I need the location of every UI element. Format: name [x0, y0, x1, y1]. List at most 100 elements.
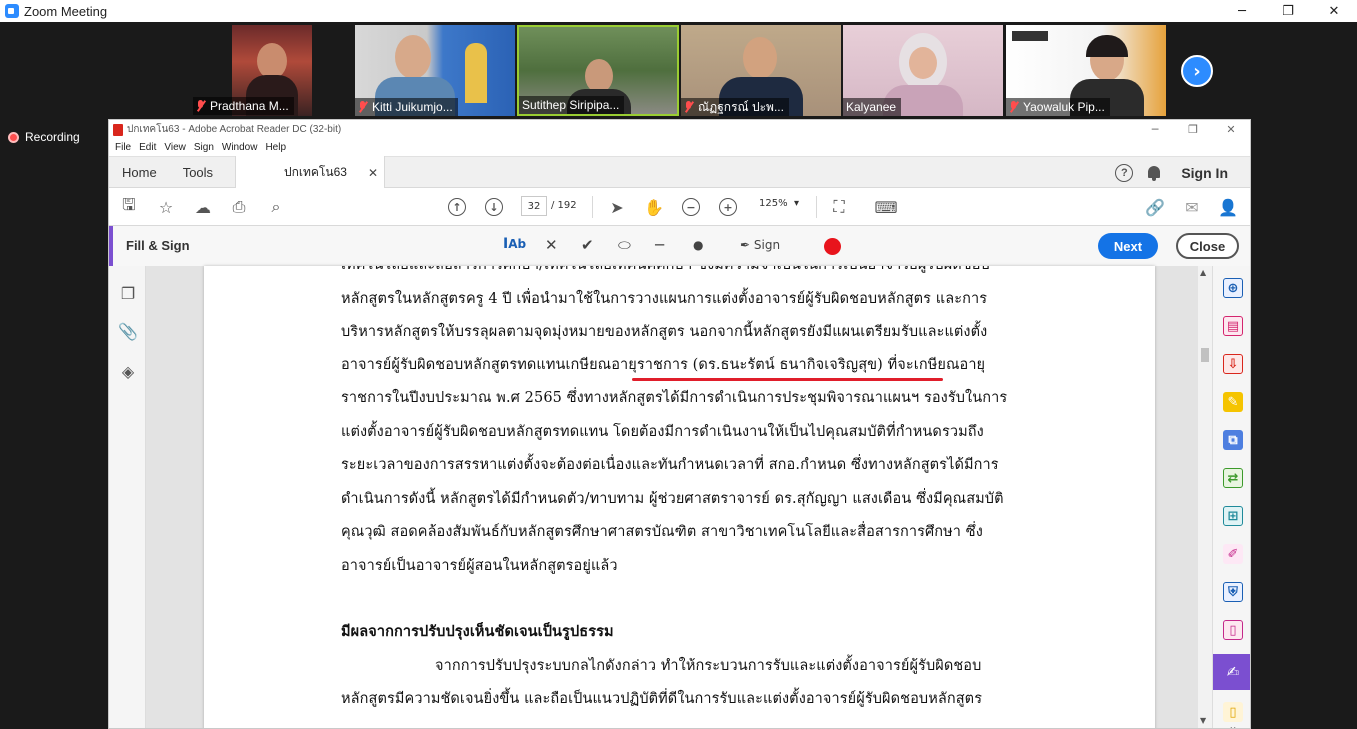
cloud-upload-icon[interactable]: ☁ — [193, 197, 213, 217]
organize-pages-icon[interactable]: ▤ — [1223, 316, 1243, 336]
chevron-right-icon: › — [1193, 60, 1201, 82]
scroll-down-icon[interactable]: ▼ — [1200, 716, 1206, 725]
combine-files-icon[interactable]: ⧉ — [1223, 430, 1243, 450]
export-pdf-icon[interactable]: ⇩ — [1223, 354, 1243, 374]
tab-tools[interactable]: Tools — [170, 165, 226, 180]
hand-tool-icon[interactable]: ✋ — [644, 197, 664, 217]
toolbar-separator — [816, 196, 817, 218]
document-line: จากการปรับปรุงระบบกลไกดังกล่าว ทำให้กระบ… — [435, 658, 982, 674]
participant-name-label: Kitti Juikumjo... — [355, 98, 458, 116]
document-line: คุณวุฒิ สอดคล้องสัมพันธ์กับหลักสูตรศึกษา… — [341, 524, 983, 540]
background-logo — [1012, 31, 1048, 41]
scroll-up-icon[interactable]: ▲ — [1200, 268, 1206, 277]
select-cursor-icon[interactable]: ➤ — [607, 197, 627, 217]
save-icon[interactable]: 🖫 — [119, 195, 139, 217]
zoom-level-select[interactable]: 125% ▾ — [759, 198, 799, 209]
protect-shield-icon[interactable]: ⛨ — [1223, 582, 1243, 602]
star-icon[interactable]: ☆ — [156, 197, 176, 217]
menu-help[interactable]: Help — [265, 142, 286, 153]
zoom-in-icon[interactable]: + — [719, 198, 737, 216]
dot-icon[interactable]: ● — [693, 238, 703, 252]
comment-icon[interactable]: ✎ — [1223, 392, 1243, 412]
add-user-icon[interactable]: 👤 — [1218, 197, 1238, 217]
menu-window[interactable]: Window — [222, 142, 258, 153]
document-line: หลักสูตรมีความชัดเจนยิ่งขึ้น และถือเป็นแ… — [341, 691, 983, 707]
acrobat-window-controls: ─ ❐ ✕ — [1136, 120, 1250, 139]
document-line: อาจารย์ผู้รับผิดชอบหลักสูตรทดแทนเกษียณอา… — [341, 357, 986, 373]
participant-face — [909, 47, 937, 79]
next-page-icon[interactable]: ↓ — [485, 198, 503, 216]
link-icon[interactable]: 🔗 — [1145, 197, 1165, 217]
muted-mic-icon — [196, 100, 206, 112]
help-icon[interactable]: ? — [1115, 164, 1134, 182]
email-icon[interactable]: ✉ — [1182, 197, 1202, 217]
document-line: เทคโนโลยีและสื่อสารการศึกษา/เทคโนโลยีเทค… — [341, 266, 990, 275]
participant-tile[interactable]: Yaowaluk Pip... — [1006, 25, 1166, 116]
participant-tile[interactable]: ณัฏฐกรณ์ ปะพ... — [681, 25, 841, 116]
color-picker-swatch[interactable] — [824, 238, 841, 255]
keyboard-icon[interactable]: ⌨ — [874, 197, 897, 217]
acrobat-window-title: ปกเทคโน63 - Adobe Acrobat Reader DC (32-… — [127, 124, 342, 135]
menu-edit[interactable]: Edit — [139, 142, 156, 153]
sign-tool[interactable]: ✒ Sign — [740, 238, 780, 252]
print-icon[interactable]: ⎙ — [229, 197, 249, 217]
main-toolbar: 🖫 ☆ ☁ ⎙ ⌕ ↑ ↓ 32 / 192 ➤ ✋ − + 125% ▾ ⛶ … — [109, 188, 1250, 226]
bell-icon[interactable] — [1147, 165, 1161, 181]
close-icon[interactable]: ✕ — [1311, 0, 1357, 22]
page-thumbnails-icon[interactable]: ❐ — [119, 284, 137, 303]
document-line: อาจารย์เป็นอาจารย์ผู้สอนในหลักสูตรอยู่แล… — [341, 558, 618, 574]
maximize-icon[interactable]: ❐ — [1265, 0, 1311, 22]
participant-name-label: Kalyanee — [843, 98, 902, 116]
participant-hair — [1086, 35, 1128, 57]
participant-name-label: Yaowaluk Pip... — [1006, 98, 1110, 116]
fill-sign-tool-icon[interactable]: ✍ — [1213, 654, 1250, 690]
document-line: ระยะเวลาของการสรรหาแต่งตั้งจะต้องต่อเนื่… — [341, 457, 999, 473]
participant-tile-active-speaker[interactable]: Sutithep Siripipa... — [517, 25, 679, 116]
previous-page-icon[interactable]: ↑ — [448, 198, 466, 216]
muted-mic-icon — [1009, 101, 1019, 113]
edit-pdf-icon[interactable]: ✐ — [1223, 544, 1243, 564]
page-number-input[interactable]: 32 — [521, 196, 547, 216]
participant-tile[interactable]: Kalyanee — [843, 25, 1003, 116]
ellipse-icon[interactable]: ⬭ — [618, 236, 631, 254]
check-mark-icon[interactable]: ✔ — [581, 236, 594, 254]
close-tab-icon[interactable]: ✕ — [368, 166, 378, 180]
minimize-icon[interactable]: ─ — [1136, 120, 1174, 139]
tab-document-label: ปกเทคโน63 — [284, 165, 347, 179]
participant-name-label: Pradthana M... — [193, 97, 294, 115]
cross-mark-icon[interactable]: ✕ — [545, 236, 558, 254]
page-fit-icon[interactable]: ⛶ — [829, 197, 849, 217]
tab-home[interactable]: Home — [109, 165, 170, 180]
menu-sign[interactable]: Sign — [194, 142, 214, 153]
line-icon[interactable]: ─ — [655, 236, 664, 254]
participant-name: Sutithep Siripipa... — [522, 98, 620, 112]
next-page-participants-button[interactable]: › — [1181, 55, 1213, 87]
participant-tile[interactable]: Kitti Juikumjo... — [355, 25, 515, 116]
scan-ocr-icon[interactable]: ⊞ — [1223, 506, 1243, 526]
vertical-scrollbar[interactable]: ▲ ▼ — [1198, 266, 1212, 728]
layers-icon[interactable]: ◈ — [119, 362, 137, 381]
search-icon[interactable]: ⌕ — [266, 197, 286, 217]
document-line: หลักสูตรในหลักสูตรครู 4 ปี เพื่อนำมาใช้ใ… — [341, 291, 988, 307]
add-text-icon[interactable]: IAb — [503, 236, 526, 252]
close-icon[interactable]: ✕ — [1212, 120, 1250, 139]
compare-files-icon[interactable]: ⇄ — [1223, 468, 1243, 488]
recording-indicator[interactable]: Recording — [8, 130, 80, 144]
scrollbar-thumb[interactable] — [1201, 348, 1209, 362]
document-line: ดำเนินการดังนี้ หลักสูตรได้มีกำหนดตัว/ทา… — [341, 491, 1004, 507]
tab-document[interactable]: ปกเทคโน63 ✕ — [235, 156, 385, 189]
zoom-out-icon[interactable]: − — [682, 198, 700, 216]
menu-file[interactable]: File — [115, 142, 131, 153]
attachments-icon[interactable]: 📎 — [118, 322, 138, 341]
next-button[interactable]: Next — [1098, 233, 1158, 259]
document-line: แต่งตั้งอาจารย์ผู้รับผิดชอบหลักสูตรทดแทน… — [341, 424, 984, 440]
sign-in-button[interactable]: Sign In — [1181, 165, 1228, 181]
create-pdf-icon[interactable]: ⊕ — [1223, 278, 1243, 298]
document-icon[interactable]: ▯ — [1223, 620, 1243, 640]
restore-icon[interactable]: ❐ — [1174, 120, 1212, 139]
minimize-icon[interactable]: ─ — [1219, 0, 1265, 22]
menu-view[interactable]: View — [164, 142, 186, 153]
red-underline-annotation[interactable] — [632, 378, 943, 381]
chevron-down-icon[interactable]: ⌄ — [1223, 716, 1243, 729]
close-button[interactable]: Close — [1176, 233, 1239, 259]
